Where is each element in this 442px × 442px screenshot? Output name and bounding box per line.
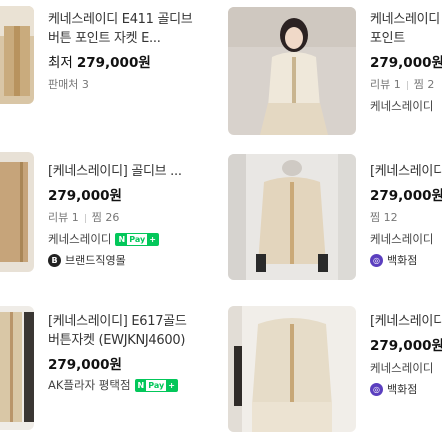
product-title[interactable]: [케네스레이디	[370, 312, 442, 331]
product-info-1: 케네스레이디 E411 골디브 버튼 포인트 자켓 E... 최저 279,000…	[48, 10, 218, 92]
jacket-photo-5	[0, 306, 34, 430]
product-info-2: 케네스레이디 골디브 버튼 포인트 279,000원 리뷰 1찜 2 케네스레이…	[370, 10, 442, 128]
department-store-badge: ◎ 백화점	[370, 252, 442, 268]
product-title[interactable]: [케네스레이디	[370, 162, 442, 181]
brand-mall-icon: B	[48, 253, 61, 267]
product-image-4[interactable]	[228, 154, 356, 280]
jacket-photo-3	[0, 152, 34, 272]
department-store-icon: ◎	[370, 253, 383, 267]
wishlist-count[interactable]: 찜 12	[370, 209, 442, 225]
department-store-badge: ◎ 백화점	[370, 381, 442, 397]
product-info-4: [케네스레이디 279,000원 찜 12 케네스레이디 ◎ 백화점	[370, 162, 442, 274]
mall-name[interactable]: 케네스레이디	[370, 360, 442, 376]
product-title[interactable]: 케네스레이디 E411 골디브 버튼 포인트 자켓 E...	[48, 10, 218, 48]
model-photo-6	[228, 306, 356, 432]
seller-count[interactable]: 판매처 3	[48, 76, 218, 92]
product-image-6[interactable]	[228, 306, 356, 432]
department-store-icon: ◎	[370, 382, 383, 396]
model-photo-2	[228, 7, 356, 135]
review-stats[interactable]: 리뷰 1찜 26	[48, 209, 218, 225]
product-price: 279,000원	[370, 338, 442, 354]
brand-mall-badge: B 브랜드직영몰	[48, 252, 218, 268]
mall-name: AK플라자 평택점	[48, 378, 131, 392]
divider	[84, 213, 86, 223]
npay-plus-icon: N Pay +	[134, 378, 178, 392]
product-price: 279,000원	[370, 188, 442, 204]
product-title[interactable]: [케네스레이디] 골디브 ...	[48, 162, 218, 181]
mall-row[interactable]: 케네스레이디 N Pay +	[48, 231, 218, 247]
product-info-6: [케네스레이디 279,000원 케네스레이디 ◎ 백화점	[370, 312, 442, 432]
product-info-5: [케네스레이디] E617골드 버튼자켓 (EWJKNJ4600) 279,00…	[48, 312, 218, 393]
mall-name[interactable]: 케네스레이디	[370, 231, 442, 247]
product-info-3: [케네스레이디] 골디브 ... 279,000원 리뷰 1찜 26 케네스레이…	[48, 162, 218, 268]
product-image-2[interactable]	[228, 7, 356, 135]
review-stats[interactable]: 리뷰 1찜 2	[370, 76, 442, 92]
lowest-price-label: 최저	[48, 55, 73, 71]
product-image-3[interactable]	[0, 152, 34, 272]
product-price: 279,000원	[48, 357, 122, 373]
product-title[interactable]: 케네스레이디 골디브 버튼 포인트	[370, 10, 442, 48]
mall-row[interactable]: AK플라자 평택점 N Pay +	[48, 377, 218, 393]
mall-name[interactable]: 케네스레이디	[370, 98, 442, 114]
product-price: 279,000원	[370, 55, 442, 71]
npay-plus-icon: N Pay +	[115, 232, 159, 246]
jacket-photo-1	[0, 6, 34, 104]
divider	[406, 80, 408, 90]
product-image-1[interactable]	[0, 6, 34, 104]
product-price: 279,000원	[48, 188, 122, 204]
mannequin-photo-4	[228, 154, 356, 280]
product-image-5[interactable]	[0, 306, 34, 430]
product-title[interactable]: [케네스레이디] E617골드 버튼자켓 (EWJKNJ4600)	[48, 312, 218, 350]
product-price: 최저 279,000원	[48, 55, 151, 71]
mall-name: 케네스레이디	[48, 232, 112, 246]
